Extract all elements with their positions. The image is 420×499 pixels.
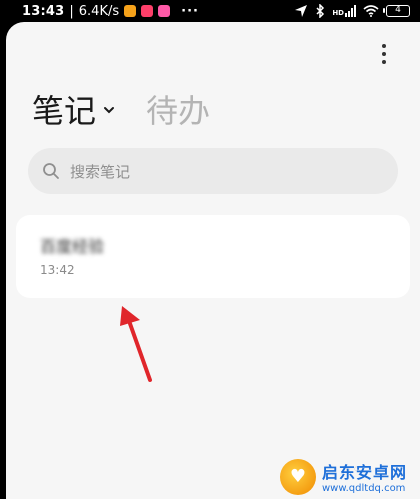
tab-notes[interactable]: 笔记 — [32, 86, 116, 132]
notes-sheet: 笔记 待办 搜索笔记 百度经验 13:42 ◦◦ — [6, 22, 420, 499]
tab-notes-label: 笔记 — [32, 92, 97, 130]
red-arrow-annotation — [120, 306, 152, 382]
status-right: HD 4 — [294, 4, 410, 18]
note-time: 13:42 — [40, 263, 75, 277]
status-separator: | — [69, 3, 74, 19]
search-input[interactable]: 搜索笔记 — [28, 148, 398, 194]
bluetooth-icon — [316, 4, 325, 18]
more-notifications-icon: ··· — [181, 3, 199, 19]
photo-app-icon — [158, 5, 171, 17]
tab-todo[interactable]: 待办 — [146, 86, 210, 132]
notes-app-icon — [124, 5, 137, 17]
watermark-text: 启东安卓网 www.qdltdq.com — [322, 459, 407, 494]
note-card[interactable]: 百度经验 13:42 — [16, 215, 410, 298]
note-title: 百度经验 — [40, 237, 105, 256]
watermark-logo-icon: ♥ — [280, 458, 316, 495]
chevron-down-icon — [104, 107, 115, 114]
status-left: 13:43 | 6.4K/s ··· — [22, 4, 199, 19]
battery-icon: 4 — [383, 5, 410, 17]
more-options-icon[interactable] — [376, 42, 392, 66]
wifi-icon — [363, 5, 379, 17]
video-app-icon — [141, 5, 154, 17]
watermark-name: 启东安卓网 — [322, 463, 408, 482]
status-bar: 13:43 | 6.4K/s ··· HD 4 — [0, 0, 420, 22]
search-placeholder: 搜索笔记 — [70, 162, 131, 181]
location-icon — [295, 5, 308, 17]
status-time: 13:43 — [22, 3, 65, 19]
watermark-url: www.qdltdq.com — [322, 483, 406, 494]
search-icon — [43, 163, 59, 179]
status-net-speed: 6.4K/s — [78, 3, 120, 19]
watermark: ♥ 启东安卓网 www.qdltdq.com — [280, 454, 420, 499]
signal-icon: HD — [332, 5, 356, 17]
hd-label: HD — [332, 9, 344, 17]
